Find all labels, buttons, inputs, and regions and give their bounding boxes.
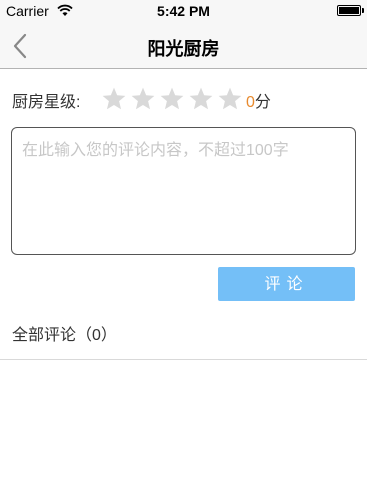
status-bar: Carrier 5:42 PM — [0, 0, 367, 22]
rating-score-unit: 分 — [254, 94, 271, 111]
star-icon[interactable] — [159, 86, 185, 112]
battery-cap — [362, 8, 364, 13]
nav-bar: 阳光厨房 — [0, 22, 367, 69]
star-rating[interactable] — [101, 86, 246, 112]
page-title: 阳光厨房 — [147, 39, 220, 59]
star-icon[interactable] — [217, 86, 243, 112]
rating-label: 厨房星级: — [12, 94, 81, 111]
rating-score-value: 0 — [246, 94, 255, 111]
status-time: 5:42 PM — [157, 3, 210, 19]
divider — [0, 359, 367, 360]
star-icon[interactable] — [188, 86, 214, 112]
page: Carrier 5:42 PM 阳光厨房 厨房星级: 0分 在此输入您的评论内容… — [0, 0, 367, 497]
battery-icon — [337, 5, 361, 16]
comment-input[interactable] — [11, 127, 356, 255]
submit-comment-button[interactable]: 评论 — [218, 267, 355, 301]
all-comments-heading: 全部评论（0） — [12, 327, 117, 344]
star-icon[interactable] — [130, 86, 156, 112]
rating-score: 0分 — [246, 88, 271, 112]
star-icon[interactable] — [101, 86, 127, 112]
